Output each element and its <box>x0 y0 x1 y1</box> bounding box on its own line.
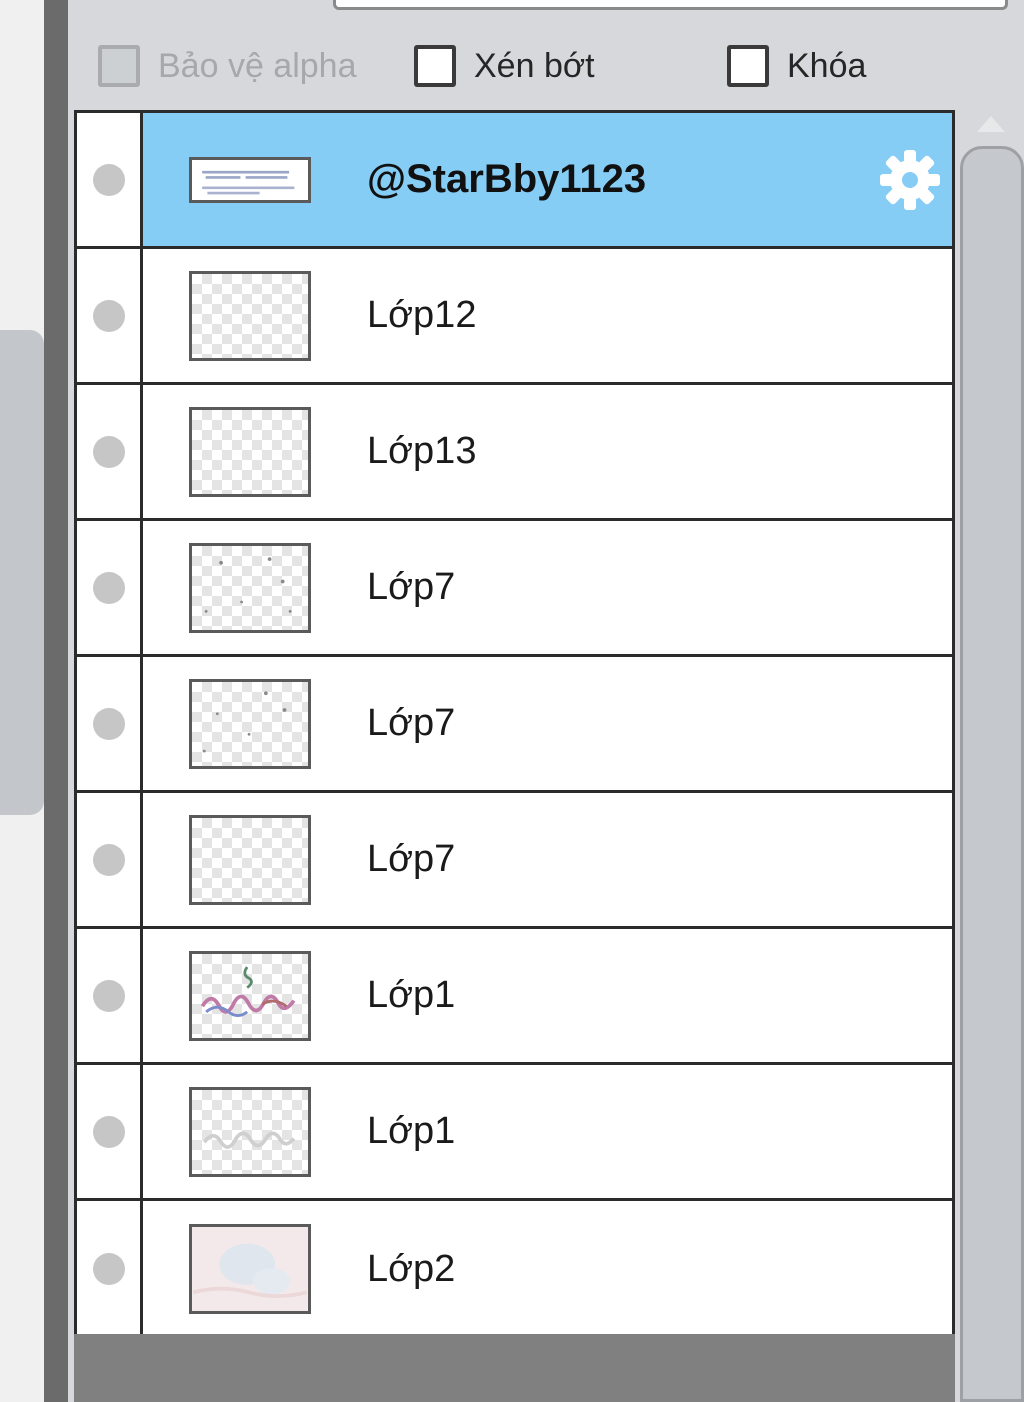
layer-thumbnail <box>189 542 311 633</box>
visibility-dot-icon <box>92 571 125 604</box>
layer-name: Lớp7 <box>367 838 456 880</box>
layer-name: @StarBby1123 <box>367 157 647 201</box>
layer-name: Lớp7 <box>367 702 456 744</box>
lock-label: Khóa <box>787 46 867 85</box>
panel-divider <box>44 0 68 1402</box>
layer-row[interactable]: @StarBby1123 <box>77 113 952 249</box>
lettering-thumbnail-icon <box>200 965 296 1017</box>
side-panel-handle[interactable] <box>0 330 44 815</box>
layer-row[interactable]: Lớp13 <box>77 385 952 521</box>
lock-checkbox-box[interactable] <box>727 45 769 87</box>
layer-row[interactable]: Lớp1 <box>77 929 952 1065</box>
clipping-label: Xén bớt <box>474 46 595 85</box>
visibility-toggle[interactable] <box>77 929 143 1062</box>
layer-name: Lớp2 <box>367 1247 456 1290</box>
visibility-dot-icon <box>92 163 125 196</box>
layer-row-main[interactable]: Lớp12 <box>143 249 952 382</box>
layer-name-input[interactable] <box>333 0 1008 10</box>
visibility-toggle[interactable] <box>77 1065 143 1198</box>
visibility-dot-icon <box>92 707 125 740</box>
layer-row-main[interactable]: @StarBby1123 <box>143 113 952 246</box>
layer-thumbnail <box>189 270 311 361</box>
layer-name: Lớp1 <box>367 974 456 1016</box>
layer-name: Lớp1 <box>367 1110 456 1152</box>
protect-alpha-checkbox[interactable]: Bảo vệ alpha <box>98 38 357 94</box>
layer-name: Lớp12 <box>367 294 477 336</box>
dots-thumbnail-icon <box>204 556 292 613</box>
layer-row[interactable]: Lớp2 <box>77 1201 952 1337</box>
protect-alpha-label: Bảo vệ alpha <box>158 46 357 85</box>
layer-row-main[interactable]: Lớp1 <box>143 929 952 1062</box>
layer-row-main[interactable]: Lớp7 <box>143 793 952 926</box>
layer-thumbnail <box>189 156 311 203</box>
layer-thumbnail <box>189 406 311 497</box>
protect-alpha-checkbox-box[interactable] <box>98 45 140 87</box>
layer-row-main[interactable]: Lớp7 <box>143 521 952 654</box>
visibility-toggle[interactable] <box>77 657 143 790</box>
visibility-toggle[interactable] <box>77 385 143 518</box>
layer-thumbnail <box>189 678 311 769</box>
visibility-dot-icon <box>92 1253 125 1285</box>
clipping-checkbox-box[interactable] <box>414 45 456 87</box>
visibility-toggle[interactable] <box>77 793 143 926</box>
layer-row[interactable]: Lớp7 <box>77 657 952 793</box>
layer-row[interactable]: Lớp12 <box>77 249 952 385</box>
lock-checkbox[interactable]: Khóa <box>727 38 866 94</box>
clipping-checkbox[interactable]: Xén bớt <box>414 38 595 94</box>
visibility-toggle[interactable] <box>77 113 143 246</box>
scroll-up-arrow-icon[interactable] <box>977 116 1005 132</box>
layer-row[interactable]: Lớp1 <box>77 1065 952 1201</box>
painting-thumbnail-icon <box>192 1227 308 1311</box>
visibility-dot-icon <box>92 843 125 876</box>
layer-row-main[interactable]: Lớp13 <box>143 385 952 518</box>
layer-row[interactable]: Lớp7 <box>77 521 952 657</box>
scrollbar-thumb[interactable] <box>960 146 1024 1402</box>
gear-icon[interactable] <box>878 148 942 212</box>
faint-lettering-thumbnail-icon <box>202 1131 296 1149</box>
visibility-dot-icon <box>92 979 125 1012</box>
layer-list: @StarBby1123 Lớp12 Lớp13 Lớp7 Lớp7 Lớp7 … <box>74 110 955 1337</box>
visibility-dot-icon <box>92 435 125 468</box>
layer-row-main[interactable]: Lớp2 <box>143 1201 952 1337</box>
layer-row-main[interactable]: Lớp7 <box>143 657 952 790</box>
visibility-dot-icon <box>92 299 125 332</box>
visibility-dot-icon <box>92 1115 125 1148</box>
text-thumbnail-icon <box>196 159 304 200</box>
visibility-toggle[interactable] <box>77 249 143 382</box>
layer-name: Lớp7 <box>367 566 456 608</box>
dots-thumbnail-icon <box>202 690 287 752</box>
layer-row-main[interactable]: Lớp1 <box>143 1065 952 1198</box>
layer-thumbnail <box>189 814 311 905</box>
layer-name: Lớp13 <box>367 430 477 472</box>
layer-thumbnail <box>189 950 311 1041</box>
layer-options-row: Bảo vệ alpha Xén bớt Khóa <box>0 38 1024 94</box>
visibility-toggle[interactable] <box>77 1201 143 1337</box>
layer-list-footer <box>74 1334 955 1402</box>
visibility-toggle[interactable] <box>77 521 143 654</box>
layer-thumbnail <box>189 1086 311 1177</box>
layer-panel-window: Bảo vệ alpha Xén bớt Khóa @StarBby1123 L… <box>0 0 1024 1402</box>
layer-row[interactable]: Lớp7 <box>77 793 952 929</box>
layer-thumbnail <box>189 1224 311 1314</box>
